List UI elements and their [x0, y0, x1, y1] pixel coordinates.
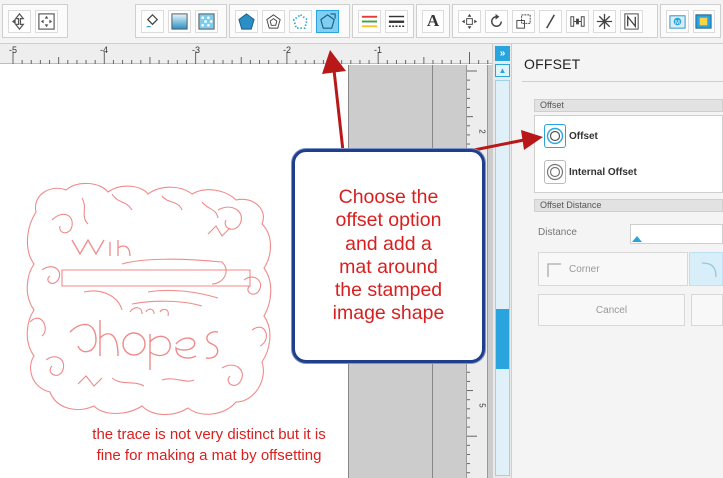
traced-stamp-artwork[interactable] — [22, 180, 280, 422]
library-icon: M — [669, 14, 686, 29]
vertical-ruler-label: 5 — [477, 403, 487, 408]
scale-button[interactable] — [512, 9, 535, 33]
align-button[interactable] — [458, 9, 481, 33]
vertical-ruler-label: 2 — [477, 129, 487, 134]
horizontal-ruler: -5 -4 -3 -2 -1 — [0, 44, 492, 64]
library-button[interactable]: M — [666, 9, 689, 33]
knife-button[interactable] — [620, 9, 643, 33]
fill-bucket-icon — [145, 13, 159, 27]
pan-icon — [38, 12, 55, 30]
knife-icon — [624, 12, 639, 30]
gradient-fill-icon — [171, 12, 188, 30]
toolbar-group-navigation — [2, 4, 68, 38]
internal-offset-option-label: Internal Offset — [569, 166, 637, 178]
store-button[interactable] — [692, 9, 715, 33]
ruler-label: -4 — [100, 45, 109, 55]
toolbar-group-transform — [452, 4, 658, 38]
rotate-button[interactable] — [485, 9, 508, 33]
callout-text: Choose the offset option and add a mat a… — [332, 186, 445, 325]
scrollbar-thumb[interactable] — [496, 309, 509, 369]
line-style-icon — [388, 15, 405, 27]
offset-option[interactable]: Offset — [544, 124, 598, 148]
offset-options-box: Offset Internal Offset — [534, 115, 723, 193]
line-style-button[interactable] — [385, 9, 408, 33]
toolbar-group-store: M — [660, 4, 721, 38]
collapse-panel-button[interactable]: » — [495, 46, 510, 61]
offset-section-header: Offset — [534, 99, 723, 112]
panel-divider: » ▲ — [492, 44, 512, 478]
corner-label: Corner — [569, 263, 600, 275]
offset-panel: OFFSET Offset Offset Internal Offset Off… — [512, 44, 723, 478]
round-corner-button[interactable] — [689, 252, 723, 286]
shape-button[interactable] — [235, 9, 258, 33]
internal-offset-option[interactable]: Internal Offset — [544, 160, 637, 184]
apply-button[interactable] — [691, 294, 723, 326]
distance-slider[interactable] — [630, 224, 723, 244]
nested-pentagon-icon — [266, 13, 281, 29]
gradient-fill-button[interactable] — [168, 9, 191, 33]
distribute-button[interactable] — [566, 9, 589, 33]
divider — [522, 81, 723, 82]
scroll-up-button[interactable]: ▲ — [495, 64, 510, 77]
replicate-button[interactable] — [593, 9, 616, 33]
trace-note: the trace is not very distinct but it is… — [92, 426, 326, 464]
move-icon — [11, 12, 25, 30]
vertical-scrollbar[interactable] — [495, 80, 510, 476]
toolbar-group-trace — [229, 4, 350, 38]
dotted-pentagon-icon — [292, 13, 309, 29]
text-icon: A — [426, 11, 440, 30]
replicate-icon — [596, 13, 613, 29]
ruler-ticks — [12, 52, 489, 64]
pattern-fill-button[interactable] — [195, 9, 218, 33]
move-tool-button[interactable] — [8, 9, 31, 33]
toolbar-group-fill — [135, 4, 227, 38]
rotate-icon — [491, 13, 502, 27]
ruler-label: -1 — [374, 45, 383, 55]
line-color-button[interactable] — [358, 9, 381, 33]
scale-icon — [516, 13, 531, 29]
ruler-label: -2 — [283, 45, 292, 55]
sharp-corner-icon — [547, 263, 561, 277]
internal-offset-option-icon — [544, 160, 566, 184]
store-icon — [695, 13, 712, 29]
distance-label: Distance — [538, 227, 577, 238]
pan-tool-button[interactable] — [35, 9, 58, 33]
pattern-fill-icon — [198, 12, 215, 30]
toolbar: A M — [0, 0, 723, 44]
round-corner-icon — [701, 262, 717, 278]
offset-distance-section-header: Offset Distance — [534, 199, 723, 212]
align-icon — [461, 13, 478, 29]
slider-handle[interactable] — [632, 236, 642, 242]
toolbar-group-line — [352, 4, 414, 38]
pentagon-icon — [238, 12, 255, 30]
offset-tool-button[interactable] — [316, 9, 339, 33]
nested-shape-button[interactable] — [262, 9, 285, 33]
offset-option-icon — [544, 124, 566, 148]
distribute-icon — [570, 15, 585, 27]
offset-icon — [320, 12, 336, 29]
dotted-shape-button[interactable] — [289, 9, 312, 33]
cancel-button[interactable]: Cancel — [538, 294, 685, 326]
ruler-label: -5 — [9, 45, 18, 55]
text-tool-button[interactable]: A — [422, 9, 444, 33]
concentric-ring-icon — [546, 127, 564, 145]
inner-ring-icon — [546, 163, 564, 181]
shear-icon — [546, 13, 555, 29]
toolbar-group-text: A — [416, 4, 450, 38]
svg-text:M: M — [675, 19, 680, 25]
offset-option-label: Offset — [569, 130, 598, 142]
line-color-icon — [361, 15, 378, 27]
instruction-callout: Choose the offset option and add a mat a… — [292, 149, 485, 363]
ruler-label: -3 — [192, 45, 201, 55]
panel-title: OFFSET — [524, 56, 581, 72]
fill-color-button[interactable] — [141, 9, 164, 33]
shear-button[interactable] — [539, 9, 562, 33]
corner-style-button[interactable]: Corner — [538, 252, 688, 286]
